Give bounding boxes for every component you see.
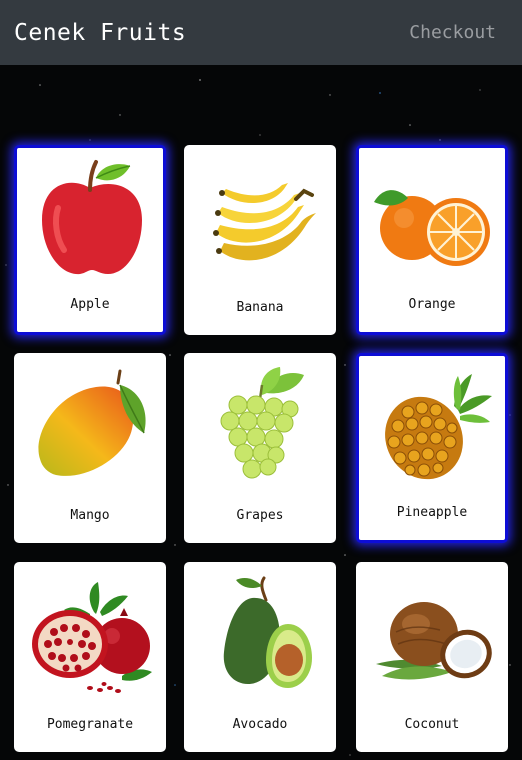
- orange-icon: [374, 190, 490, 266]
- fruit-label: Orange: [408, 297, 456, 312]
- fruit-label: Mango: [70, 508, 110, 523]
- grapes-icon: [220, 367, 304, 479]
- fruit-grid: Apple Banana Orange Mango Grapes Pineapp…: [0, 0, 522, 760]
- fruit-label: Pineapple: [396, 505, 468, 520]
- fruit-label: Pomegranate: [46, 717, 134, 732]
- fruit-card-apple[interactable]: Apple: [14, 145, 166, 335]
- pomegranate-icon: [32, 582, 152, 693]
- fruit-label: Apple: [70, 297, 110, 312]
- fruit-label: Banana: [236, 300, 284, 315]
- avocado-icon: [223, 576, 312, 688]
- pineapple-icon: [385, 374, 492, 480]
- fruit-card-coconut[interactable]: Coconut: [356, 562, 508, 752]
- banana-icon: [213, 183, 316, 261]
- fruit-card-banana[interactable]: Banana: [184, 145, 336, 335]
- fruit-card-pineapple[interactable]: Pineapple: [356, 353, 508, 543]
- mango-icon: [38, 369, 146, 476]
- coconut-icon: [376, 602, 492, 680]
- apple-icon: [42, 160, 142, 275]
- fruit-card-orange[interactable]: Orange: [356, 145, 508, 335]
- fruit-card-pomegranate[interactable]: Pomegranate: [14, 562, 166, 752]
- fruit-label: Grapes: [236, 508, 284, 523]
- fruit-card-grapes[interactable]: Grapes: [184, 353, 336, 543]
- fruit-label: Coconut: [404, 717, 460, 732]
- fruit-card-avocado[interactable]: Avocado: [184, 562, 336, 752]
- fruit-card-mango[interactable]: Mango: [14, 353, 166, 543]
- fruit-label: Avocado: [232, 717, 288, 732]
